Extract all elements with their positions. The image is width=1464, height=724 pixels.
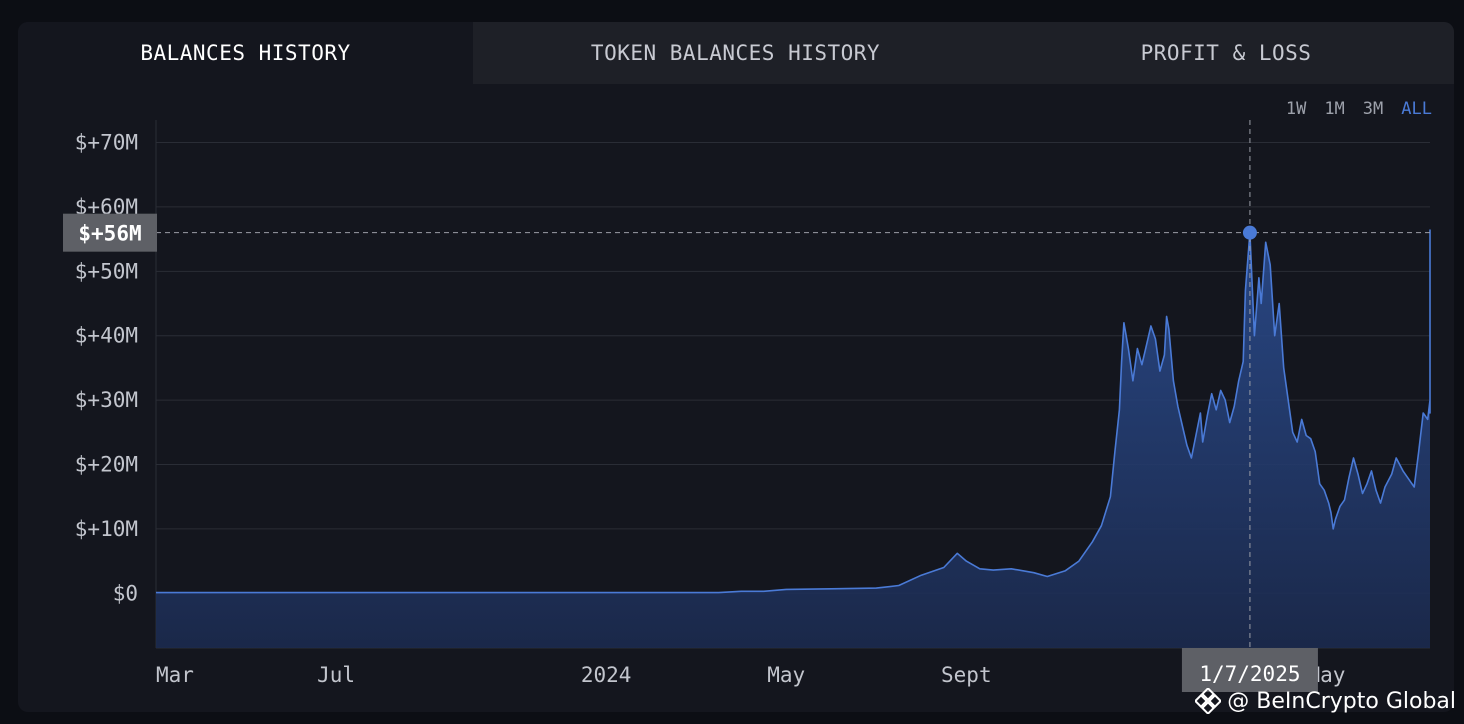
binance-diamond-icon: [1195, 688, 1222, 714]
y-tick-label: $+40M: [75, 324, 138, 348]
watermark: @ BeInCrypto Global: [1195, 688, 1456, 714]
x-tick-label: Jul: [317, 663, 355, 687]
balance-area: [156, 229, 1430, 648]
crosshair-value-label: $+56M: [63, 213, 157, 252]
watermark-text: @ BeInCrypto Global: [1227, 688, 1456, 714]
y-axis: $0$+10M$+20M$+30M$+40M$+50M$+60M$+70M: [75, 131, 138, 606]
x-axis: Mar Jul 2024 May Sept May: [156, 663, 1345, 687]
x-tick-label: Mar: [156, 663, 194, 687]
y-tick-label: $+20M: [75, 452, 138, 476]
date-label-text: 1/7/2025: [1199, 662, 1300, 686]
y-tick-label: $+10M: [75, 517, 138, 541]
value-label-text: $+56M: [78, 222, 141, 246]
y-tick-label: $+50M: [75, 259, 138, 283]
y-tick-label: $+30M: [75, 388, 138, 412]
x-tick-label: 2024: [581, 663, 632, 687]
x-tick-label: Sept: [941, 663, 992, 687]
x-tick-label: May: [767, 663, 805, 687]
balance-chart[interactable]: $0$+10M$+20M$+30M$+40M$+50M$+60M$+70M Ma…: [0, 0, 1464, 724]
y-tick-label: $0: [113, 581, 138, 605]
y-tick-label: $+70M: [75, 131, 138, 155]
crosshair-point: [1242, 225, 1257, 240]
crosshair-date-label: 1/7/2025: [1181, 648, 1318, 692]
balance-series: [156, 229, 1431, 648]
